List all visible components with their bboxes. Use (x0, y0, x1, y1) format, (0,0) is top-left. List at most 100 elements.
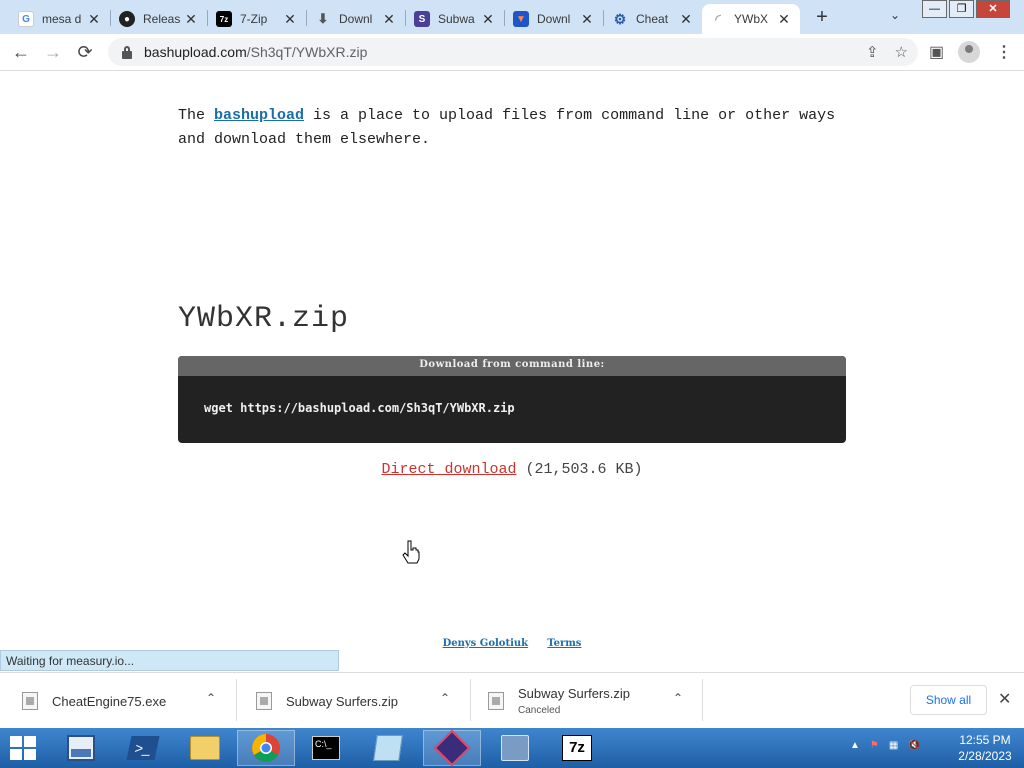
tab-5[interactable]: S Subwa ✕ (406, 4, 504, 34)
download-status: Canceled (518, 705, 561, 716)
close-icon[interactable]: ✕ (282, 11, 298, 28)
profile-avatar-icon[interactable] (958, 41, 980, 63)
file-explorer-icon[interactable] (176, 730, 234, 766)
zip-file-icon (488, 692, 504, 710)
windows-taskbar: >_ C:\_ 7z ▲ ⚑ ▦ 🔇 12:55 PM 2/28/2023 (0, 728, 1024, 768)
author-link[interactable]: Denys Golotiuk (443, 638, 529, 649)
download-item[interactable]: Subway Surfers.zip (256, 679, 398, 723)
bookmark-star-icon[interactable]: ☆ (895, 43, 908, 61)
loading-icon: ◜ (715, 10, 721, 27)
show-all-button[interactable]: Show all (910, 685, 987, 715)
tab-1[interactable]: G mesa d ✕ (10, 4, 110, 34)
tab-title: Cheat (636, 12, 669, 26)
minimize-button[interactable]: — (922, 0, 947, 18)
exe-file-icon (22, 692, 38, 710)
direct-download-link[interactable]: Direct download (381, 461, 516, 478)
intro-paragraph: The bashupload is a place to upload file… (178, 104, 858, 152)
page-content: The bashupload is a place to upload file… (0, 72, 1024, 672)
google-icon: G (18, 11, 34, 27)
download-icon: ⬇ (317, 11, 329, 26)
intro-text-before: The (178, 107, 215, 124)
share-icon[interactable]: ⇪ (866, 43, 879, 61)
clock-date: 2/28/2023 (958, 749, 1012, 763)
tab-title: YWbX (734, 12, 769, 26)
7zip-icon[interactable]: 7z (548, 730, 606, 766)
url-host: bashupload.com (144, 44, 247, 60)
tab-3[interactable]: 7z 7-Zip ✕ (208, 4, 306, 34)
download-filename: Subway Surfers.zip (286, 693, 398, 709)
tab-title: 7-Zip (240, 12, 268, 26)
lock-icon[interactable] (120, 45, 134, 59)
command-line-box: Download from command line: wget https:/… (178, 356, 846, 443)
gear-icon: ⚙ (613, 10, 627, 27)
powershell-icon[interactable]: >_ (114, 730, 172, 766)
close-icon[interactable]: ✕ (776, 11, 792, 28)
file-name-heading: YWbXR.zip (178, 302, 350, 336)
download-shelf: CheatEngine75.exe ⌃ Subway Surfers.zip ⌃… (0, 672, 1024, 728)
app-icon[interactable] (423, 729, 481, 767)
tab-search-icon[interactable]: ⌄ (890, 8, 900, 22)
download-item[interactable]: Subway Surfers.zip Canceled (488, 679, 630, 723)
close-icon[interactable]: ✕ (381, 11, 397, 28)
download-item[interactable]: CheatEngine75.exe (22, 679, 166, 723)
network-tray-icon[interactable]: ▦ (889, 740, 898, 751)
new-tab-button[interactable]: + (812, 6, 832, 29)
forward-arrow-icon[interactable]: → (42, 42, 64, 63)
cmd-icon[interactable]: C:\_ (297, 730, 355, 766)
action-center-icon[interactable]: ⚑ (870, 740, 879, 751)
url-path: /Sh3qT/YWbXR.zip (246, 44, 368, 60)
tab-8-active[interactable]: ◜ YWbX ✕ (702, 4, 800, 34)
divider (236, 679, 237, 721)
bashupload-link[interactable]: bashupload (214, 107, 304, 124)
close-icon[interactable]: ✕ (579, 11, 595, 28)
server-manager-icon[interactable] (52, 730, 110, 766)
tab-strip: G mesa d ✕ ● Releas ✕ 7z 7-Zip ✕ ⬇ Downl… (0, 0, 1024, 34)
side-panel-icon[interactable]: ▣ (929, 42, 944, 62)
close-window-button[interactable]: ✕ (976, 0, 1010, 18)
close-icon[interactable]: ✕ (480, 11, 496, 28)
url-text[interactable]: bashupload.com/Sh3qT/YWbXR.zip (144, 44, 367, 60)
subway-icon: S (414, 11, 430, 27)
back-arrow-icon[interactable]: ← (10, 42, 32, 63)
start-button[interactable] (10, 736, 38, 762)
menu-kebab-icon[interactable]: ⋮ (996, 42, 1012, 62)
tab-6[interactable]: ▼ Downl ✕ (505, 4, 603, 34)
download-filename: Subway Surfers.zip (518, 686, 630, 701)
chrome-icon[interactable] (237, 730, 295, 766)
tab-title: Downl (537, 12, 571, 26)
system-tray: ▲ ⚑ ▦ 🔇 (850, 740, 921, 751)
address-bar[interactable]: bashupload.com/Sh3qT/YWbXR.zip ⇪ ☆ (108, 38, 918, 66)
close-icon[interactable]: ✕ (183, 11, 199, 28)
zip-file-icon (256, 692, 272, 710)
network-icon[interactable] (486, 730, 544, 766)
divider (470, 679, 471, 721)
tab-2[interactable]: ● Releas ✕ (111, 4, 207, 34)
terms-link[interactable]: Terms (547, 638, 581, 649)
tab-title: Subwa (438, 12, 475, 26)
chevron-up-icon[interactable]: ⌃ (440, 691, 450, 705)
close-icon[interactable]: ✕ (678, 11, 694, 28)
stop-loading-icon[interactable]: ⟳ (74, 42, 96, 63)
command-box-header: Download from command line: (178, 356, 846, 376)
tab-title: Downl (339, 12, 373, 26)
taskbar-clock[interactable]: 12:55 PM 2/28/2023 (955, 732, 1015, 764)
notepad-icon[interactable] (359, 730, 417, 766)
close-icon[interactable]: ✕ (86, 11, 102, 28)
chevron-up-icon[interactable]: ⌃ (206, 691, 216, 705)
clock-time: 12:55 PM (959, 733, 1011, 747)
wget-command[interactable]: wget https://bashupload.com/Sh3qT/YWbXR.… (178, 376, 846, 415)
close-shelf-icon[interactable]: ✕ (998, 689, 1011, 709)
file-size: (21,503.6 KB) (525, 461, 643, 478)
tab-4[interactable]: ⬇ Downl ✕ (307, 4, 405, 34)
download-filename: CheatEngine75.exe (52, 693, 167, 709)
7zip-icon: 7z (216, 11, 232, 27)
tab-title: mesa d (42, 12, 82, 26)
tab-7[interactable]: ⚙ Cheat ✕ (604, 4, 702, 34)
github-icon: ● (119, 11, 135, 27)
page-footer: Denys Golotiuk Terms (0, 638, 1024, 649)
volume-muted-icon[interactable]: 🔇 (908, 740, 920, 751)
window-controls: — ❐ ✕ (922, 0, 1012, 18)
tray-expand-icon[interactable]: ▲ (850, 740, 860, 751)
chevron-up-icon[interactable]: ⌃ (673, 691, 683, 705)
restore-button[interactable]: ❐ (949, 0, 974, 18)
